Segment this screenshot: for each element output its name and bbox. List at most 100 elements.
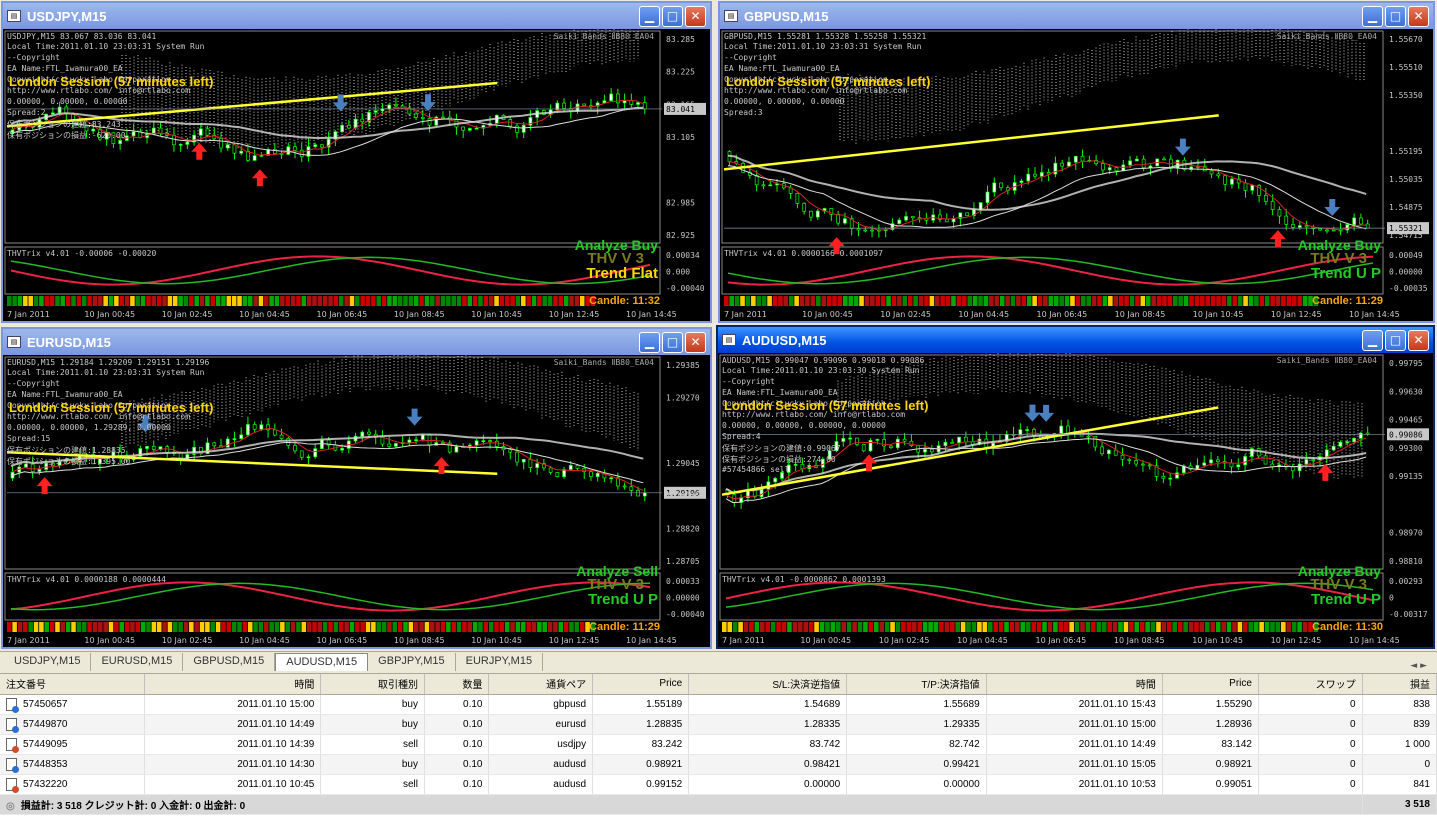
order-id: 57449095 [23, 738, 68, 750]
signal-cell [317, 622, 323, 632]
table-row[interactable]: 57450657 2011.01.10 15:00 buy 0.10 gbpusd 1.5… [0, 694, 1437, 715]
signal-cell [814, 622, 819, 632]
ea-indicator-tag: Saiki_Bands ⅡB80_EA04 [1276, 356, 1377, 365]
table-cell: 2011.01.10 15:05 [986, 754, 1163, 775]
signal-cell [1135, 296, 1140, 306]
candle-body [346, 125, 351, 129]
column-header[interactable]: T/P:決済指値 [846, 674, 987, 695]
chart-area[interactable]: 1.29385 1.29270 1.29196 1.29045 1.28935 1.288… [3, 355, 710, 647]
maximize-button[interactable]: □ [662, 331, 683, 353]
candle-body [239, 150, 244, 154]
close-button[interactable]: ✕ [685, 5, 706, 27]
signal-cell [328, 296, 333, 306]
column-header[interactable]: S/L:決済逆指値 [688, 674, 848, 695]
signal-cell [1101, 622, 1107, 632]
info-line: 0.00000, 0.00000, 0.00000, 0.00000 [722, 421, 886, 430]
table-row[interactable]: 57449095 2011.01.10 14:39 sell 0.10 usdjpy 83… [0, 734, 1437, 755]
signal-cell [1058, 622, 1064, 632]
close-button[interactable]: ✕ [685, 331, 706, 353]
maximize-button[interactable]: □ [1385, 5, 1406, 27]
chart-area[interactable]: 0.99795 0.99630 0.99465 0.99300 0.99135 0.990… [718, 353, 1433, 647]
chart-window-audusd[interactable]: ▤ AUDUSD,M15 ▁ □ ✕ 0.99795 0.99630 0.99465… [716, 325, 1435, 649]
column-header[interactable]: Price [592, 674, 690, 695]
price-tick-label: 1.54715 [1389, 231, 1423, 240]
signal-cell [1025, 622, 1031, 632]
signal-cell [1205, 296, 1211, 306]
table-row[interactable]: 57448353 2011.01.10 14:30 buy 0.10 audusd 0.9… [0, 754, 1437, 775]
tab-gbpusd[interactable]: GBPUSD,M15 [183, 653, 276, 671]
column-header[interactable]: 取引種別 [320, 674, 425, 695]
window-titlebar[interactable]: ▤ EURUSD,M15 ▁ □ ✕ [3, 329, 710, 355]
close-button[interactable]: ✕ [1408, 5, 1429, 27]
chart-area[interactable]: 83.28583.22583.16583.10583.04182.98582.9… [3, 29, 710, 321]
column-header[interactable]: 時間 [986, 674, 1163, 695]
signal-cell [172, 296, 178, 306]
candle-body [1141, 463, 1145, 466]
tab-usdjpy[interactable]: USDJPY,M15 [4, 653, 92, 671]
signal-cell [296, 296, 301, 306]
tab-scroll-arrows[interactable]: ◄ ► [1410, 661, 1437, 671]
candle-body [1107, 167, 1112, 171]
minimize-button[interactable]: ▁ [639, 5, 660, 27]
table-row[interactable]: 57449870 2011.01.10 14:49 buy 0.10 eurusd 1.2… [0, 714, 1437, 735]
signal-cell [269, 296, 274, 306]
time-tick-label: 10 Jan 02:45 [880, 310, 931, 319]
tab-eurjpy[interactable]: EURJPY,M15 [456, 653, 544, 671]
window-titlebar[interactable]: ▤ GBPUSD,M15 ▁ □ ✕ [720, 3, 1433, 29]
window-titlebar[interactable]: ▤ AUDUSD,M15 ▁ □ ✕ [718, 327, 1433, 353]
table-cell: buy [320, 694, 425, 715]
chart-window-gbpusd[interactable]: ▤ GBPUSD,M15 ▁ □ ✕ 1.55670 1.55510 1.55350… [718, 1, 1435, 323]
signal-cell [526, 622, 531, 632]
tab-eurusd[interactable]: EURUSD,M15 [91, 653, 184, 671]
column-header[interactable]: 数量 [424, 674, 490, 695]
trix-red-line [10, 255, 651, 286]
signal-cell [130, 296, 135, 306]
table-row[interactable]: 57432220 2011.01.10 10:45 sell 0.10 audusd 0.… [0, 774, 1437, 795]
candle-body [185, 141, 190, 145]
chart-window-eurusd[interactable]: ▤ EURUSD,M15 ▁ □ ✕ 1.29385 1.29270 1.29196… [1, 327, 712, 649]
column-header[interactable]: 損益 [1362, 674, 1437, 695]
chart-window-usdjpy[interactable]: ▤ USDJPY,M15 ▁ □ ✕ 83.28583.22583.16583.… [1, 1, 712, 323]
signal-cell [1037, 296, 1043, 306]
candle-body [1236, 464, 1241, 468]
signal-cell [1302, 296, 1308, 306]
signal-cell [1075, 296, 1081, 306]
candle-body [568, 465, 573, 470]
price-tick-label: 83.285 [666, 35, 695, 44]
signal-cell [264, 296, 269, 306]
column-header[interactable]: Price [1162, 674, 1259, 695]
window-title: EURUSD,M15 [27, 334, 111, 350]
table-cell: 0.00000 [846, 774, 987, 795]
signal-cell [987, 622, 993, 632]
signal-cell [403, 622, 408, 632]
signal-cell [983, 296, 989, 306]
tab-gbpjpy[interactable]: GBPJPY,M15 [368, 653, 456, 671]
minimize-button[interactable]: ▁ [1362, 5, 1383, 27]
chart-area[interactable]: 1.55670 1.55510 1.55350 1.55321 1.55195 1.550… [720, 29, 1433, 321]
minimize-button[interactable]: ▁ [639, 331, 660, 353]
signal-cell [1297, 296, 1302, 306]
signal-cell [226, 622, 232, 632]
column-header[interactable]: 通貨ペア [488, 674, 594, 695]
maximize-button[interactable]: □ [662, 5, 683, 27]
maximize-button[interactable]: □ [1385, 329, 1406, 351]
tab-audusd[interactable]: AUDUSD,M15 [275, 653, 369, 671]
signal-cell [1253, 622, 1259, 632]
column-header[interactable]: 注文番号 [0, 674, 146, 695]
candle-body [1135, 158, 1139, 162]
column-header[interactable]: 時間 [144, 674, 322, 695]
candle-body [965, 212, 969, 217]
time-tick-label: 10 Jan 00:45 [84, 310, 135, 319]
signal-cell [392, 622, 398, 632]
minimize-button[interactable]: ▁ [1362, 329, 1383, 351]
candle-body [868, 439, 873, 452]
close-button[interactable]: ✕ [1408, 329, 1429, 351]
candle-body [427, 118, 432, 126]
info-line: EA Name:FTL_Iwamura00_EA [7, 390, 123, 399]
signal-cell [918, 296, 924, 306]
info-line: 保有ポジションの損益:1,395.00 [7, 457, 131, 466]
column-header[interactable]: スワップ [1258, 674, 1363, 695]
window-titlebar[interactable]: ▤ USDJPY,M15 ▁ □ ✕ [3, 3, 710, 29]
table-cell: 57450657 [0, 694, 146, 715]
time-tick-label: 10 Jan 12:45 [549, 310, 600, 319]
